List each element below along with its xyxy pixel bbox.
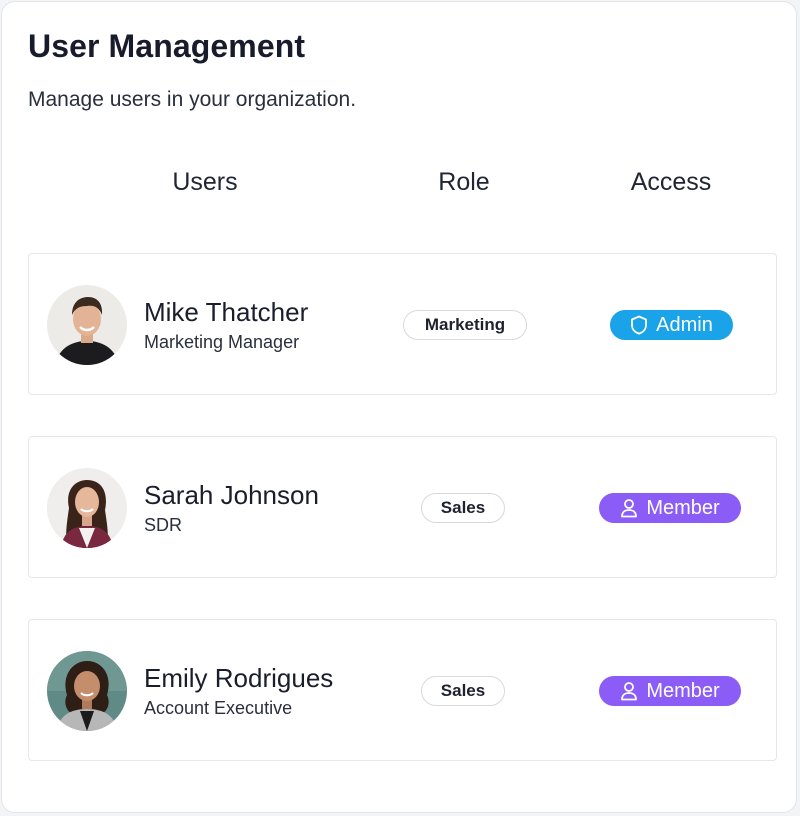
column-header-role: Role bbox=[438, 168, 490, 196]
user-name: Emily Rodrigues bbox=[144, 663, 334, 693]
column-header-access: Access bbox=[630, 168, 712, 196]
avatar bbox=[47, 651, 127, 731]
role-badge: Marketing bbox=[403, 310, 527, 340]
user-row-emily-rodrigues[interactable]: Emily Rodrigues Account Executive Sales … bbox=[28, 619, 777, 761]
access-badge-member[interactable]: Member bbox=[599, 676, 741, 706]
access-label: Member bbox=[646, 680, 720, 702]
access-label: Member bbox=[646, 497, 720, 519]
role-badge: Sales bbox=[421, 493, 505, 523]
user-management-card: User Management Manage users in your org… bbox=[1, 1, 797, 813]
user-row-mike-thatcher[interactable]: Mike Thatcher Marketing Manager Marketin… bbox=[28, 253, 777, 395]
user-name: Sarah Johnson bbox=[144, 480, 319, 510]
user-job-title: Marketing Manager bbox=[144, 332, 300, 352]
shield-icon bbox=[630, 315, 648, 335]
role-badge: Sales bbox=[421, 676, 505, 706]
person-icon bbox=[620, 498, 638, 518]
access-badge-member[interactable]: Member bbox=[599, 493, 741, 523]
user-name: Mike Thatcher bbox=[144, 297, 309, 327]
avatar bbox=[47, 468, 127, 548]
person-icon bbox=[620, 681, 638, 701]
column-header-users: Users bbox=[172, 168, 238, 196]
page-title: User Management bbox=[28, 28, 306, 64]
avatar bbox=[47, 285, 127, 365]
access-label: Admin bbox=[656, 314, 713, 336]
user-job-title: Account Executive bbox=[144, 698, 293, 718]
page-subtitle: Manage users in your organization. bbox=[28, 88, 357, 111]
user-job-title: SDR bbox=[144, 515, 183, 535]
user-row-sarah-johnson[interactable]: Sarah Johnson SDR Sales Member bbox=[28, 436, 777, 578]
access-badge-admin[interactable]: Admin bbox=[610, 310, 733, 340]
